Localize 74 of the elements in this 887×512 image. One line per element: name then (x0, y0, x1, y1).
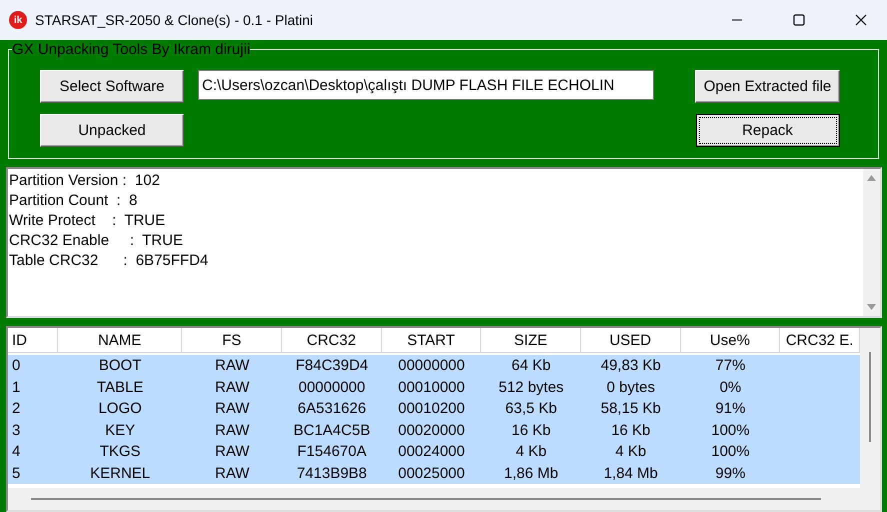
log-line: Partition Version : 102 (9, 171, 161, 191)
table-cell: 00025000 (398, 464, 465, 482)
table-cell: RAW (215, 357, 250, 374)
log-line: Write Protect : TRUE (9, 211, 166, 231)
table-cell: 512 bytes (498, 378, 564, 396)
table-row[interactable]: 4 TKGS RAW F154670A 00024000 4 Kb 4 Kb 100% (8, 441, 860, 462)
table-cell: 00020000 (398, 422, 465, 438)
table-cell: F84C39D4 (296, 357, 368, 374)
table-cell: 1,86 Mb (504, 464, 558, 482)
log-line: Partition Count : 8 (9, 191, 138, 211)
table-cell: 91% (715, 400, 746, 417)
table-cell: 63,5 Kb (505, 400, 557, 417)
action-button[interactable]: Repack (696, 114, 840, 147)
table-cell: RAW (215, 464, 250, 482)
table-cell: 16 Kb (611, 422, 650, 438)
table-cell: 00000000 (398, 357, 465, 374)
table-cell: 0 bytes (606, 378, 655, 396)
table-cell: 1,84 Mb (604, 464, 658, 482)
table-cell: BC1A4C5B (294, 422, 370, 438)
table-cell: 49,83 Kb (600, 357, 661, 374)
table-cell: RAW (215, 443, 250, 460)
table-cell: F154670A (297, 443, 366, 460)
table-cell: 2 (12, 400, 20, 417)
table-cell: 3 (12, 422, 20, 438)
table-cell: 7413B9B8 (296, 464, 367, 482)
table-cell: 00024000 (398, 443, 465, 460)
table-cell: 99% (715, 464, 746, 482)
table-cell: 58,15 Kb (600, 400, 661, 417)
action-button[interactable]: Unpacked (40, 114, 184, 147)
log-line: CRC32 Enable : TRUE (9, 231, 184, 251)
table-cell: 6A531626 (298, 400, 366, 417)
table-cell: LOGO (98, 400, 142, 417)
table-cell: KERNEL (90, 464, 150, 482)
table-cell: 0 (12, 357, 20, 374)
table-row[interactable]: 3 KEY RAW BC1A4C5B 00020000 16 Kb 16 Kb 100% (8, 420, 860, 441)
group-title: GX Unpacking Tools By Ikram dirujii (12, 41, 250, 58)
table-cell: 4 Kb (516, 443, 547, 460)
table-cell: 100% (711, 422, 750, 438)
table-cell: 0% (720, 378, 742, 396)
table-cell: RAW (215, 400, 250, 417)
table-cell: 16 Kb (512, 422, 551, 438)
app-logo-icon: ik (9, 11, 27, 29)
table-row[interactable]: 5 KERNEL RAW 7413B9B8 00025000 1,86 Mb 1,84 Mb 99% (8, 462, 860, 484)
table-cell: 5 (12, 464, 20, 482)
scrollbar-thumb[interactable] (31, 498, 821, 500)
table-row[interactable]: 1 TABLE RAW 00000000 00010000 512 bytes 0 bytes 0% (8, 376, 860, 398)
table-cell: 4 (12, 443, 20, 460)
table-cell: 77% (715, 357, 746, 374)
table-cell: 100% (711, 443, 750, 460)
window-title: STARSAT_SR-2050 & Clone(s) - 0.1 - Platini (35, 12, 314, 28)
table-cell: BOOT (98, 357, 142, 374)
table-cell: TABLE (96, 378, 144, 396)
scroll-down-icon[interactable] (867, 304, 876, 310)
table-cell: 4 Kb (615, 443, 646, 460)
table-cell: 00000000 (298, 378, 366, 396)
table-cell: RAW (215, 378, 250, 396)
table-cell: 64 Kb (512, 357, 551, 374)
table-cell: 00010000 (398, 378, 465, 396)
table-cell: TKGS (100, 443, 141, 460)
log-line: Table CRC32 : 6B75FFD4 (9, 251, 210, 271)
scroll-up-icon[interactable] (867, 175, 876, 181)
table-cell: KEY (105, 422, 136, 438)
path-field[interactable]: C:\Users\ozcan\Desktop\çalıştı DUMP FLASH FILE ECHOLIN (198, 70, 654, 100)
scrollbar-thumb[interactable] (869, 352, 871, 442)
table-cell: 1 (12, 378, 20, 396)
table-row[interactable]: 2 LOGO RAW 6A531626 00010200 63,5 Kb 58,15 Kb 91% (8, 398, 860, 420)
scrollbar[interactable] (863, 169, 880, 316)
maximize-icon[interactable] (793, 14, 805, 26)
action-button[interactable]: Open Extracted file (694, 70, 840, 103)
table-cell: RAW (215, 422, 250, 438)
table-cell: 00010200 (398, 400, 465, 417)
close-icon[interactable] (855, 14, 867, 26)
table-row[interactable]: 0 BOOT RAW F84C39D4 00000000 64 Kb 49,83 Kb 77% (8, 355, 860, 376)
action-button[interactable]: Select Software (40, 70, 184, 103)
